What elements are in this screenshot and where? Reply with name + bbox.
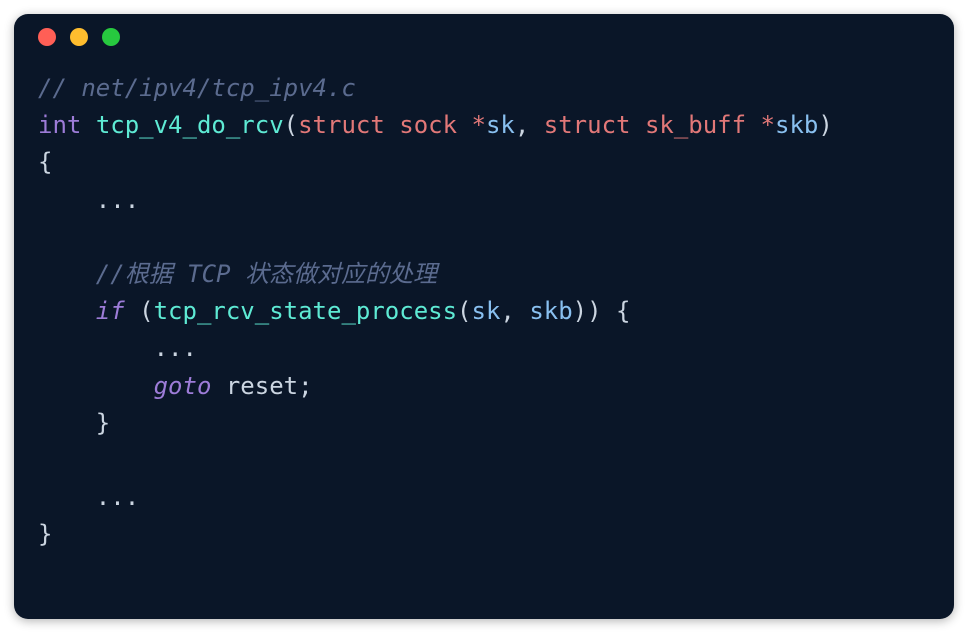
code-line-6: //根据 TCP 状态做对应的处理	[38, 256, 930, 293]
param-skb: skb	[775, 111, 818, 139]
code-line-3: {	[38, 144, 930, 181]
code-line-10: }	[38, 405, 930, 442]
close-icon[interactable]	[38, 28, 56, 46]
arg-skb: skb	[529, 297, 572, 325]
code-line-2: int tcp_v4_do_rcv(struct sock *sk, struc…	[38, 107, 930, 144]
pointer-star: *	[472, 111, 486, 139]
type-skbuff: sk_buff	[645, 111, 746, 139]
keyword-struct: struct	[298, 111, 385, 139]
code-block: // net/ipv4/tcp_ipv4.c int tcp_v4_do_rcv…	[14, 60, 954, 577]
code-line-7: if (tcp_rcv_state_process(sk, skb)) {	[38, 293, 930, 330]
comment-file: // net/ipv4/tcp_ipv4.c	[38, 74, 356, 102]
type-int: int	[38, 111, 81, 139]
code-line-4: ...	[38, 182, 930, 219]
arg-sk: sk	[472, 297, 501, 325]
code-line-9: goto reset;	[38, 368, 930, 405]
code-window: // net/ipv4/tcp_ipv4.c int tcp_v4_do_rcv…	[14, 14, 954, 619]
pointer-star: *	[761, 111, 775, 139]
function-call: tcp_rcv_state_process	[154, 297, 457, 325]
code-line-13: }	[38, 516, 930, 553]
code-line-12: ...	[38, 479, 930, 516]
code-line-1: // net/ipv4/tcp_ipv4.c	[38, 70, 930, 107]
keyword-struct: struct	[544, 111, 631, 139]
param-sk: sk	[486, 111, 515, 139]
function-name: tcp_v4_do_rcv	[96, 111, 284, 139]
code-line-8: ...	[38, 330, 930, 367]
titlebar	[14, 14, 954, 60]
keyword-goto: goto	[154, 372, 212, 400]
minimize-icon[interactable]	[70, 28, 88, 46]
keyword-if: if	[96, 297, 125, 325]
type-sock: sock	[399, 111, 457, 139]
maximize-icon[interactable]	[102, 28, 120, 46]
code-line-5	[38, 219, 930, 256]
code-line-11	[38, 442, 930, 479]
comment-cn: //根据 TCP 状态做对应的处理	[38, 260, 437, 288]
